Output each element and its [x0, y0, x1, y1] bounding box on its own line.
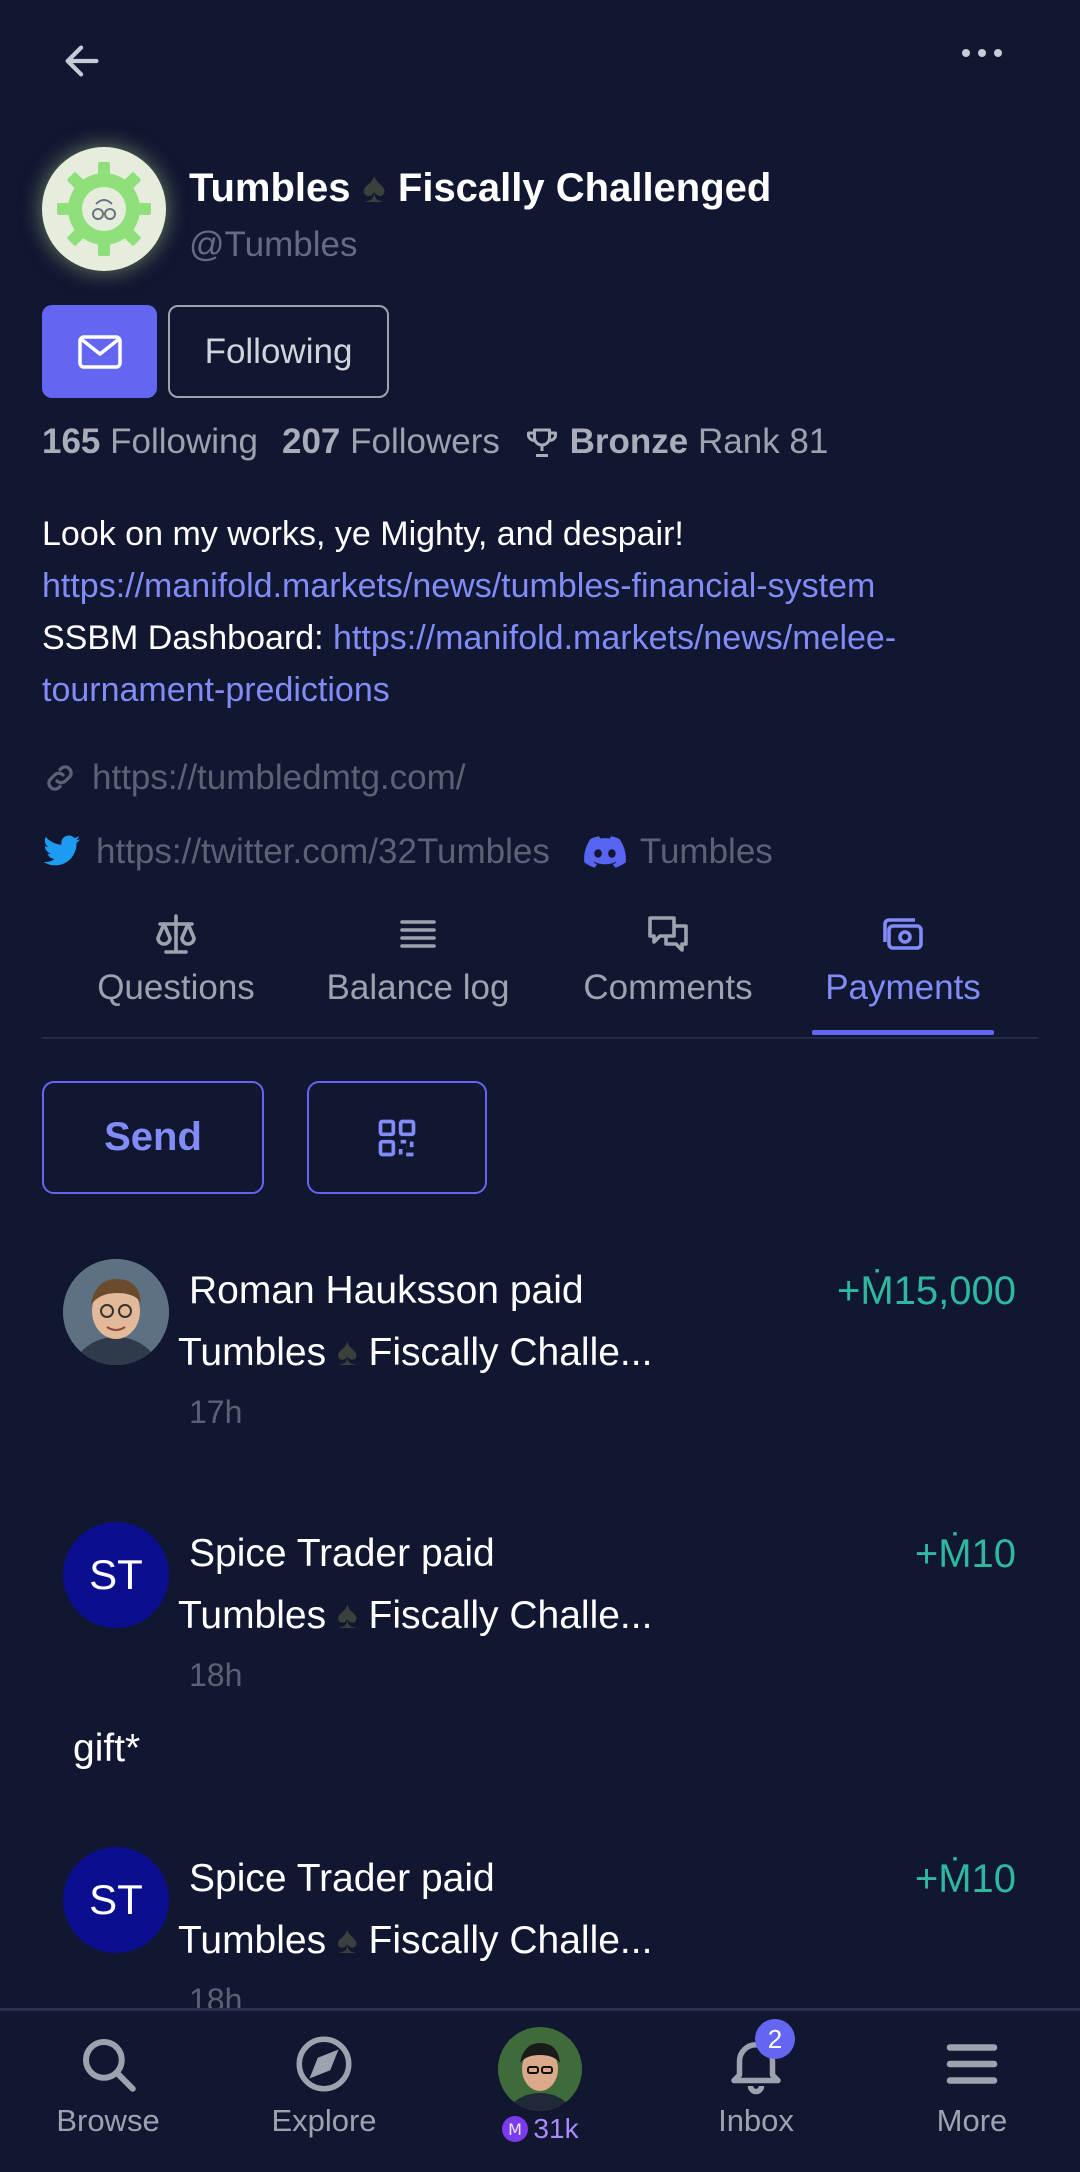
tabs-divider — [42, 1037, 1038, 1039]
nav-label: Explore — [271, 2103, 377, 2138]
spade-icon: ♠ — [336, 1331, 358, 1374]
nav-more[interactable]: More — [892, 2031, 1052, 2139]
bio-dashboard-label: SSBM Dashboard: — [42, 619, 334, 657]
back-arrow-icon[interactable] — [60, 38, 120, 88]
tab-label: Comments — [583, 968, 753, 1007]
payment-time: 18h — [189, 1657, 243, 1693]
qr-code-icon — [378, 1119, 416, 1156]
cash-icon — [883, 918, 923, 950]
payment-amount: +Ṁ15,000 — [836, 1269, 1016, 1313]
discord-icon — [583, 836, 626, 868]
svg-text:M: M — [509, 2120, 523, 2139]
inbox-badge: 2 — [755, 2019, 795, 2059]
website-row: https://tumbledmtg.com/ — [42, 758, 465, 798]
tab-balance-log[interactable]: Balance log — [318, 910, 518, 1034]
bio-line: Look on my works, ye Mighty, and despair… — [42, 515, 684, 553]
profile-bio: Look on my works, ye Mighty, and despair… — [42, 508, 1042, 716]
followers-link[interactable]: Followers — [350, 422, 500, 462]
chat-icon — [648, 916, 688, 952]
payer-avatar — [63, 1259, 169, 1365]
payment-time: 17h — [189, 1394, 243, 1430]
menu-icon — [946, 2044, 998, 2084]
qr-code-button[interactable] — [307, 1081, 487, 1194]
balance-value: 31k — [533, 2113, 579, 2144]
payment-recipient[interactable]: Tumbles ♠ Fiscally Challe... — [178, 1594, 652, 1638]
spade-icon: ♠ — [336, 1594, 358, 1637]
rank-label: Rank 81 — [698, 422, 829, 461]
payment-amount: +Ṁ10 — [914, 1532, 1016, 1576]
link-icon — [47, 765, 73, 791]
tab-questions[interactable]: Questions — [86, 910, 266, 1034]
mana-coin-icon: M — [502, 2116, 529, 2142]
bio-link-financial-system[interactable]: https://manifold.markets/news/tumbles-fi… — [42, 567, 875, 605]
followers-count: 207 — [282, 422, 341, 461]
nav-explore[interactable]: Explore — [244, 2031, 404, 2139]
payer-avatar[interactable]: ST — [63, 1522, 169, 1628]
trophy-icon — [526, 428, 557, 457]
payer-name[interactable]: Roman Hauksson paid — [189, 1269, 584, 1313]
nav-label: More — [936, 2103, 1008, 2138]
display-name: Tumbles — [189, 165, 351, 210]
profile-stats: 165 Following 207 Followers Bronze Rank … — [42, 422, 828, 462]
user-avatar — [498, 2027, 582, 2111]
following-count: 165 — [42, 422, 101, 461]
payer-name[interactable]: Spice Trader paid — [189, 1532, 495, 1576]
discord-link[interactable]: Tumbles — [640, 832, 773, 872]
payment-item: Roman Hauksson paid +Ṁ15,000 Tumbles ♠ F… — [0, 1259, 1080, 1439]
more-options-icon[interactable] — [960, 46, 1020, 76]
twitter-icon — [43, 835, 81, 866]
payer-name[interactable]: Spice Trader paid — [189, 1857, 495, 1901]
website-link[interactable]: https://tumbledmtg.com/ — [92, 758, 465, 798]
rank-tier: Bronze — [569, 422, 689, 461]
profile-handle: @Tumbles — [189, 225, 358, 264]
tab-comments[interactable]: Comments — [570, 910, 766, 1034]
following-link[interactable]: Following — [110, 422, 258, 462]
payment-recipient[interactable]: Tumbles ♠ Fiscally Challe... — [178, 1331, 652, 1375]
scale-icon — [156, 914, 196, 954]
nav-profile[interactable]: M 31k — [478, 2027, 602, 2145]
tab-label: Payments — [825, 968, 981, 1007]
bottom-nav: Browse Explore M 31k Inbox More — [0, 2008, 1080, 2172]
payer-avatar[interactable]: ST — [63, 1847, 169, 1953]
payment-note: gift* — [73, 1727, 141, 1770]
active-tab-indicator — [812, 1030, 994, 1035]
display-name-suffix: Fiscally Challenged — [397, 165, 772, 210]
nav-browse[interactable]: Browse — [28, 2031, 188, 2139]
spade-icon: ♠ — [336, 1919, 358, 1962]
payment-time: 18h — [189, 1982, 243, 2008]
socials-row: https://twitter.com/32Tumbles Tumbles — [42, 832, 773, 872]
payment-item: ST Spice Trader paid +Ṁ10 Tumbles ♠ Fisc… — [0, 1847, 1080, 2008]
nav-label: Browse — [56, 2103, 160, 2138]
tab-label: Balance log — [326, 968, 510, 1007]
list-icon — [400, 920, 436, 948]
twitter-link[interactable]: https://twitter.com/32Tumbles — [96, 832, 550, 872]
send-button[interactable]: Send — [42, 1081, 264, 1194]
search-icon — [82, 2038, 136, 2092]
spade-icon: ♠ — [362, 163, 386, 212]
payment-recipient[interactable]: Tumbles ♠ Fiscally Challe... — [178, 1919, 652, 1963]
payment-item: ST Spice Trader paid +Ṁ10 Tumbles ♠ Fisc… — [0, 1522, 1080, 1702]
tab-label: Questions — [97, 968, 255, 1007]
profile-avatar — [42, 147, 166, 271]
profile-name: Tumbles ♠ Fiscally Challenged — [189, 163, 771, 213]
tab-payments[interactable]: Payments — [812, 910, 994, 1034]
payment-amount: +Ṁ10 — [914, 1857, 1016, 1901]
following-button[interactable]: Following — [168, 305, 389, 398]
compass-icon — [296, 2036, 352, 2092]
message-button[interactable] — [42, 305, 157, 398]
mail-icon — [77, 334, 122, 369]
nav-label: Inbox — [718, 2103, 794, 2138]
